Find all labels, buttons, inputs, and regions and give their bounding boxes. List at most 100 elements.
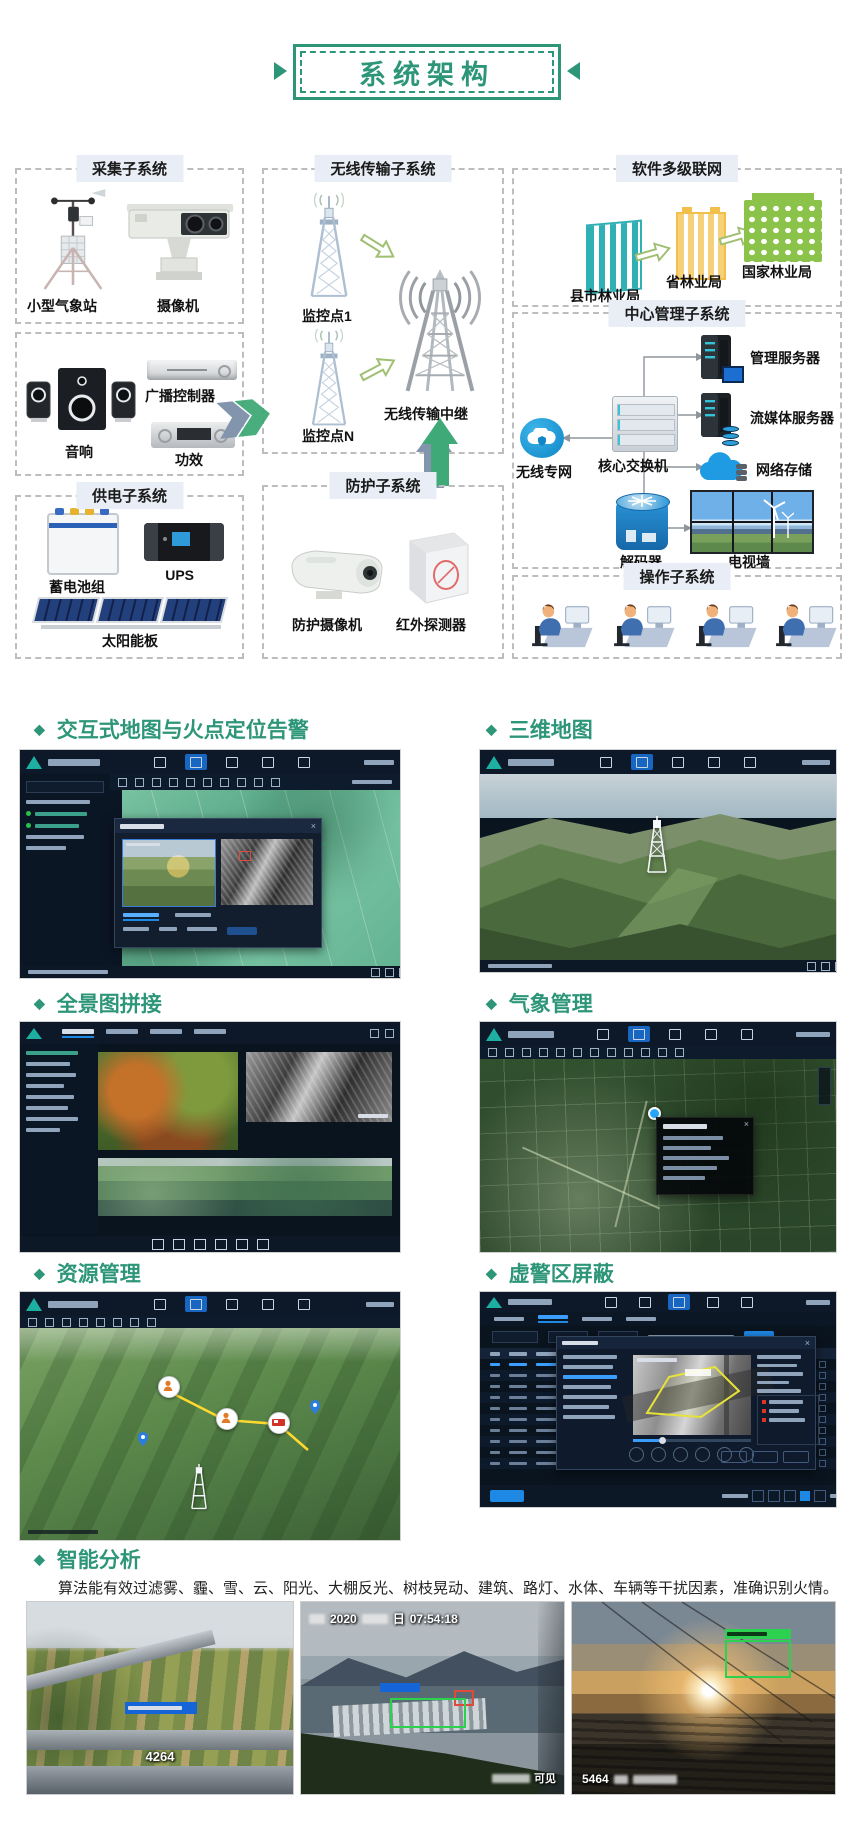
- popup-tab-active: [123, 913, 159, 921]
- location-pin-icon: [138, 1432, 148, 1446]
- feature-title: 资源管理: [57, 1258, 141, 1288]
- page-title: 系统架构: [359, 53, 495, 92]
- tool-icon: [624, 1048, 633, 1057]
- camera-label: 摄像机: [157, 296, 199, 316]
- app-logo-icon: [26, 756, 42, 769]
- switch-layer: [617, 434, 675, 446]
- amplifier-display: [177, 428, 211, 440]
- channel-item: [563, 1365, 613, 1369]
- channel-item: [563, 1395, 617, 1399]
- solar-panel-cell: [96, 597, 164, 623]
- user-text: [364, 760, 394, 765]
- tree-search-input: [26, 781, 104, 793]
- modal-buttons: [721, 1451, 809, 1463]
- tool-icon: [62, 1318, 71, 1327]
- relay-label: 无线传输中继: [384, 404, 468, 424]
- slider-knob: [659, 1437, 666, 1444]
- nav-settings-icon: [293, 1296, 315, 1312]
- detail-field: [757, 1381, 789, 1385]
- app-topbar: [480, 1022, 836, 1046]
- nav-map-icon: [634, 1294, 656, 1310]
- settings-icon: [385, 1029, 394, 1038]
- nav-alarm-icon: [668, 1294, 690, 1310]
- wireless-subsystem-title: 无线传输子系统: [314, 155, 451, 182]
- nav-map-icon: [628, 1026, 650, 1042]
- status-text: [28, 970, 108, 974]
- decoder-image: [616, 500, 668, 550]
- broadcast-controller-label: 广播控制器: [145, 386, 215, 406]
- infrared-detector-label: 红外探测器: [396, 615, 466, 635]
- solar-panel-image: [35, 597, 225, 623]
- tab-underline: [62, 1036, 94, 1038]
- ups-image: [144, 523, 224, 561]
- title-banner: 系统架构: [293, 44, 561, 100]
- page-button: [784, 1490, 796, 1502]
- monitor-tower-1-image: [296, 192, 362, 304]
- detail-field: [757, 1389, 801, 1393]
- power-subsystem-box: 供电子系统 蓄电池组 UPS 太阳能板: [15, 495, 244, 659]
- blurred-text: [614, 1775, 628, 1784]
- tool-icon: [607, 1048, 616, 1057]
- tool-icon: [220, 778, 229, 787]
- fire-truck-marker: [268, 1412, 290, 1434]
- modal-button: [721, 1451, 747, 1463]
- diamond-bullet-icon: ◆: [34, 721, 45, 738]
- popup-button: [227, 927, 257, 935]
- layout-grid-icon: [173, 1239, 185, 1250]
- tool-icon: [169, 778, 178, 787]
- diamond-bullet-icon: ◆: [34, 1265, 45, 1282]
- detail-field: [757, 1364, 797, 1368]
- blurred-text: [492, 1774, 530, 1783]
- page: 系统架构 采集子系统 小型气象站 摄像机 音: [0, 0, 850, 1834]
- nav-monitor-icon: [592, 1026, 614, 1042]
- subtab: [582, 1317, 612, 1321]
- detection-label: [725, 1629, 791, 1639]
- nav-history-icon: [700, 1026, 722, 1042]
- diamond-bullet-icon: ◆: [486, 721, 497, 738]
- alarm-dot-icon: [762, 1400, 766, 1404]
- preview-timestamp: [637, 1358, 677, 1362]
- tool-icon: [556, 1048, 565, 1057]
- label-text: [128, 1706, 182, 1710]
- speakers-image: [25, 364, 137, 436]
- management-subsystem-box: 中心管理子系统 核心交换机 无线专网 管理服务器 流媒体服务器 网络存储 解码器: [512, 312, 842, 569]
- tree-item: [26, 1084, 64, 1088]
- ups-side: [144, 523, 158, 561]
- map-toolbar: [480, 1046, 836, 1059]
- app-name-text: [508, 759, 554, 766]
- tv-wall-image: [690, 490, 814, 554]
- layers-icon: [385, 968, 394, 977]
- popup-titlebar: ×: [115, 819, 321, 833]
- nav-map-icon: [631, 754, 653, 770]
- ranger-marker: [216, 1408, 238, 1430]
- image-label: [358, 1114, 388, 1118]
- banner-right-arrow-icon: [567, 62, 580, 80]
- screenshot-3d-map: [480, 750, 836, 972]
- user-icon: [370, 1029, 379, 1038]
- solar-panel-cell: [32, 597, 100, 623]
- management-server-label: 管理服务器: [750, 348, 820, 368]
- nav-history-icon: [702, 1294, 724, 1310]
- channel-item-selected: [563, 1375, 617, 1379]
- tool-icon: [203, 778, 212, 787]
- app-logo-icon: [26, 1028, 42, 1039]
- operator-icon: [522, 601, 594, 649]
- subtab-underline: [538, 1321, 568, 1323]
- tool-icon: [237, 778, 246, 787]
- layout-grid-icon: [257, 1239, 269, 1250]
- tool-icon: [488, 1048, 497, 1057]
- tree-item: [26, 1117, 78, 1121]
- analysis-photo-sunset: 5464: [572, 1602, 835, 1794]
- page-button-active: [800, 1491, 810, 1501]
- screenshot-panorama: [20, 1022, 400, 1252]
- panorama-sidebar: [20, 1044, 98, 1234]
- visible-light-thumbnail: [122, 839, 216, 907]
- screenshot-resource: [20, 1292, 400, 1540]
- ups-screen: [172, 532, 190, 546]
- tab-text: [123, 913, 159, 917]
- ranger-marker: [158, 1376, 180, 1398]
- event-item: [762, 1409, 814, 1413]
- tree-item: [26, 1073, 76, 1077]
- tab-underline: [123, 919, 159, 921]
- battery-band: [49, 523, 117, 528]
